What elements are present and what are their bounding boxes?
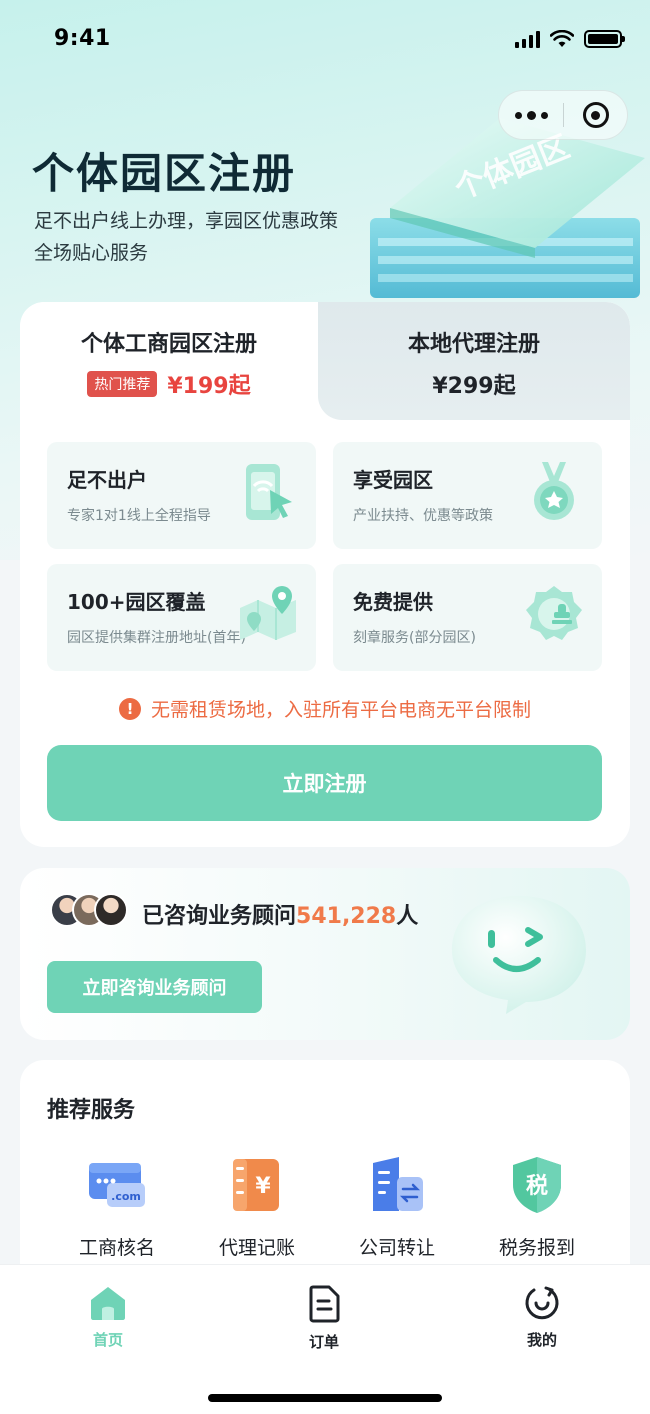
consult-advisor-button[interactable]: 立即咨询业务顾问 — [47, 961, 262, 1013]
tab-title: 个体工商园区注册 — [80, 332, 257, 357]
service-label: 税务报到 — [498, 1237, 575, 1259]
tab-individual-park[interactable]: 个体工商园区注册 热门推荐 ¥199起 — [20, 302, 318, 422]
tabbar-home[interactable]: 首页 — [58, 1285, 158, 1350]
order-icon — [309, 1285, 340, 1323]
medal-icon — [534, 462, 574, 520]
tabbar-label: 首页 — [92, 1331, 123, 1349]
chat-bubble-mascot-icon — [452, 896, 586, 1014]
seal-icon — [526, 586, 582, 640]
battery-icon — [584, 30, 625, 48]
advisor-avatars — [50, 893, 128, 927]
service-item-tax-registration[interactable]: 税 税务报到 — [467, 1155, 607, 1260]
bottom-tab-bar: 首页 订单 我的 — [0, 1264, 650, 1414]
tabbar-profile[interactable]: 我的 — [492, 1285, 592, 1350]
domain-icon-text: .com — [111, 1190, 141, 1203]
consult-count: 541,228 — [296, 904, 397, 929]
service-list: .com 工商核名 ¥ 代理记账 公司转让 税 税务报到 — [20, 1155, 630, 1260]
avatar — [94, 893, 128, 927]
page-title: 个体园区注册 — [32, 149, 297, 198]
service-label: 公司转让 — [358, 1237, 435, 1259]
more-button[interactable] — [499, 91, 563, 139]
consult-count-line: 已咨询业务顾问541,228人 — [142, 898, 418, 930]
status-time: 9:41 — [54, 26, 111, 51]
signal-icon — [515, 30, 540, 48]
hero-subtitle-line2: 全场贴心服务 — [34, 242, 149, 264]
status-icons — [515, 30, 625, 48]
building-transfer-icon — [373, 1157, 423, 1211]
hero-subtitle-line1: 足不出户线上办理，享园区优惠政策 — [34, 210, 339, 232]
hot-badge: 热门推荐 — [87, 371, 158, 397]
tax-shield-icon: 税 — [513, 1157, 561, 1213]
ledger-icon-text: ¥ — [255, 1174, 271, 1199]
notice-text: 无需租赁场地，入驻所有平台电商无平台限制 — [150, 699, 531, 721]
service-item-company-transfer[interactable]: 公司转让 — [327, 1155, 467, 1260]
wifi-icon — [550, 30, 574, 47]
warning-icon: ! — [118, 697, 141, 720]
notice-bar: ! 无需租赁场地，入驻所有平台电商无平台限制 — [20, 695, 630, 722]
tabbar-orders[interactable]: 订单 — [274, 1285, 374, 1352]
close-miniprogram-button[interactable] — [564, 91, 627, 139]
tax-icon-text: 税 — [526, 1173, 548, 1199]
tab-price: ¥299起 — [432, 374, 516, 399]
feature-card: 足不出户 专家1对1线上全程指导 — [47, 442, 316, 549]
tabbar-label: 订单 — [308, 1333, 339, 1351]
section-title: 推荐服务 — [47, 1098, 136, 1123]
map-pin-icon — [240, 586, 296, 640]
home-icon — [91, 1287, 125, 1320]
service-item-name-check[interactable]: .com 工商核名 — [47, 1155, 187, 1260]
service-label: 工商核名 — [78, 1237, 155, 1259]
domain-card-icon: .com — [89, 1163, 145, 1207]
feature-card: 免费提供 刻章服务(部分园区) — [333, 564, 602, 671]
tab-local-agent[interactable]: 本地代理注册 ¥299起 — [318, 302, 630, 420]
ledger-icon: ¥ — [233, 1159, 279, 1211]
phone-cursor-icon — [246, 464, 292, 520]
consult-suffix: 人 — [396, 904, 419, 929]
register-now-button[interactable]: 立即注册 — [47, 745, 602, 821]
feature-card: 100+园区覆盖 园区提供集群注册地址(首年) — [47, 564, 316, 671]
service-item-bookkeeping[interactable]: ¥ 代理记账 — [187, 1155, 327, 1260]
hero-subtitle: 足不出户线上办理，享园区优惠政策 全场贴心服务 — [34, 205, 338, 269]
feature-grid: 足不出户 专家1对1线上全程指导 享受园区 产业扶持、优惠等政策 100+园区覆… — [47, 442, 603, 671]
status-bar: 9:41 — [0, 0, 650, 80]
tab-title: 本地代理注册 — [407, 332, 540, 357]
consult-prefix: 已咨询业务顾问 — [142, 904, 297, 929]
registration-tabs: 本地代理注册 ¥299起 个体工商园区注册 热门推荐 ¥199起 — [20, 302, 630, 422]
feature-card: 享受园区 产业扶持、优惠等政策 — [333, 442, 602, 549]
registration-card: 本地代理注册 ¥299起 个体工商园区注册 热门推荐 ¥199起 足不出户 专家… — [20, 302, 630, 847]
service-label: 代理记账 — [218, 1237, 295, 1259]
target-icon — [582, 102, 609, 128]
tab-price: ¥199起 — [167, 374, 251, 399]
tabbar-label: 我的 — [526, 1331, 557, 1349]
consult-card: 已咨询业务顾问541,228人 立即咨询业务顾问 — [20, 868, 630, 1040]
profile-icon — [525, 1286, 559, 1320]
home-indicator — [208, 1394, 442, 1402]
miniprogram-capsule — [498, 90, 628, 140]
